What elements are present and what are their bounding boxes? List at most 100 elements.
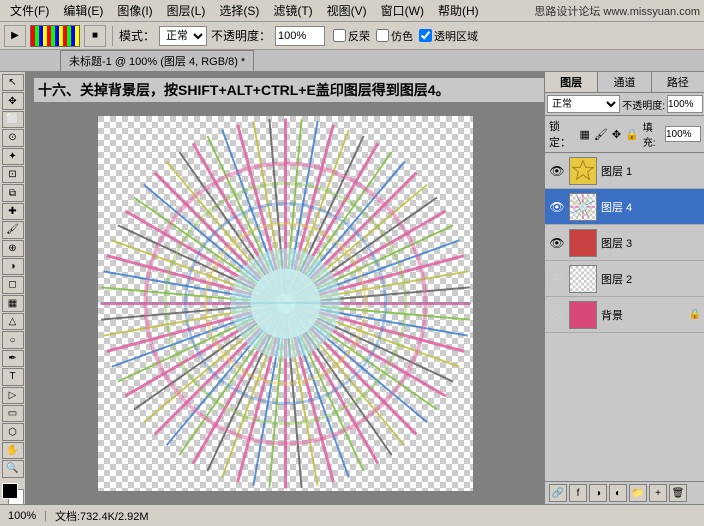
toolbar-btn-3[interactable]: ■	[84, 25, 106, 47]
lock-all-btn[interactable]: 🔒	[625, 128, 639, 141]
menu-edit[interactable]: 编辑(E)	[57, 0, 109, 21]
checkbox-fangse-input[interactable]	[376, 29, 389, 42]
layer-2-visibility[interactable]: 👁	[549, 271, 565, 287]
menu-select[interactable]: 选择(S)	[213, 0, 265, 21]
toolbar-btn-1[interactable]: ▶	[4, 25, 26, 47]
fill-input[interactable]	[665, 126, 701, 142]
menu-view[interactable]: 视图(V)	[321, 0, 373, 21]
layer-new-btn[interactable]: +	[649, 484, 667, 502]
checkbox-fanrong[interactable]: 反荣	[333, 28, 370, 44]
layer-item-bg[interactable]: 👁 背景 🔒	[545, 297, 704, 333]
tool-clone[interactable]: ⊕	[2, 240, 24, 257]
zoom-level: 100%	[8, 510, 36, 522]
sunburst-graphic	[98, 116, 473, 491]
site-logo: 思路设计论坛 www.missyuan.com	[534, 3, 700, 19]
tool-magic-wand[interactable]: ✦	[2, 148, 24, 165]
menu-window[interactable]: 窗口(W)	[375, 0, 430, 21]
tab-bar: 未标题-1 @ 100% (图层 4, RGB/8) *	[0, 50, 704, 72]
bg-lock-icon: 🔒	[689, 309, 701, 320]
tool-shape[interactable]: ▭	[2, 405, 24, 422]
layer-item-1[interactable]: 👁 图层 1	[545, 153, 704, 189]
tool-history[interactable]: ◑	[2, 258, 24, 275]
menu-help[interactable]: 帮助(H)	[432, 0, 485, 21]
status-bar: 100% | 文档:732.4K/2.92M	[0, 504, 704, 526]
color-swatches	[2, 483, 24, 505]
lock-position-btn[interactable]: ✥	[612, 128, 621, 141]
tool-brush[interactable]: 🖌	[2, 221, 24, 238]
layer-adjustment-btn[interactable]: ◐	[609, 484, 627, 502]
layer-4-name: 图层 4	[601, 199, 701, 215]
menu-filter[interactable]: 滤镜(T)	[267, 0, 318, 21]
opacity-label: 不透明度：	[211, 27, 271, 44]
menu-file[interactable]: 文件(F)	[4, 0, 55, 21]
tool-blur[interactable]: △	[2, 313, 24, 330]
tool-arrow[interactable]: ↖	[2, 74, 24, 91]
lock-transparent-btn[interactable]: ▦	[579, 128, 589, 141]
layer-3-thumb	[569, 229, 597, 257]
layer-item-2[interactable]: 👁 图层 2	[545, 261, 704, 297]
layers-tabs: 图层 通道 路径	[545, 72, 704, 93]
bg-name: 背景	[601, 307, 685, 323]
tab-channels[interactable]: 通道	[598, 72, 651, 92]
layer-item-3[interactable]: 👁 图层 3	[545, 225, 704, 261]
tool-heal[interactable]: ✚	[2, 203, 24, 220]
tool-move[interactable]: ✥	[2, 92, 24, 109]
menu-layer[interactable]: 图层(L)	[161, 0, 212, 21]
lock-pixels-btn[interactable]: 🖌	[594, 128, 608, 141]
tool-slice[interactable]: ⧉	[2, 184, 24, 201]
layer-4-visibility[interactable]: 👁	[549, 199, 565, 215]
toolbar: ▶ ■ 模式： 正常 不透明度： 反荣 仿色 透明区域	[0, 22, 704, 50]
tab-layers[interactable]: 图层	[545, 72, 598, 92]
lock-label: 锁定：	[549, 118, 575, 150]
tab-paths[interactable]: 路径	[652, 72, 704, 92]
layer-mask-btn[interactable]: ◑	[589, 484, 607, 502]
layer-4-thumb	[569, 193, 597, 221]
tool-lasso[interactable]: ⊙	[2, 129, 24, 146]
bg-visibility[interactable]: 👁	[549, 307, 565, 323]
tool-crop[interactable]: ⊡	[2, 166, 24, 183]
checkbox-transparent[interactable]: 透明区域	[419, 28, 478, 44]
tool-dodge[interactable]: ○	[2, 331, 24, 348]
tool-pen[interactable]: ✒	[2, 350, 24, 367]
separator-1	[112, 26, 113, 46]
blend-mode-select[interactable]: 正常	[547, 95, 620, 113]
tool-eraser[interactable]: ◻	[2, 276, 24, 293]
status-separator: |	[44, 510, 47, 522]
layer-2-name: 图层 2	[601, 271, 701, 287]
layer-1-visibility[interactable]: 👁	[549, 163, 565, 179]
layers-list: 👁 图层 1 👁	[545, 153, 704, 481]
toolbox: ↖ ✥ ⬜ ⊙ ✦ ⊡ ⧉ ✚ 🖌 ⊕ ◑ ◻ ▦ △ ○ ✒ T ▷ ▭ ⬡ …	[0, 72, 26, 504]
canvas-wrapper	[98, 116, 473, 491]
menu-image[interactable]: 图像(I)	[111, 0, 158, 21]
opacity-input[interactable]	[667, 95, 703, 113]
opacity-input[interactable]	[275, 26, 325, 46]
tool-marquee[interactable]: ⬜	[2, 111, 24, 128]
tool-zoom[interactable]: 🔍	[2, 460, 24, 477]
checkbox-transparent-input[interactable]	[419, 29, 432, 42]
checkbox-fangse[interactable]: 仿色	[376, 28, 413, 44]
main-area: ↖ ✥ ⬜ ⊙ ✦ ⊡ ⧉ ✚ 🖌 ⊕ ◑ ◻ ▦ △ ○ ✒ T ▷ ▭ ⬡ …	[0, 72, 704, 504]
layer-1-thumb	[569, 157, 597, 185]
tool-3d[interactable]: ⬡	[2, 423, 24, 440]
layer-3-visibility[interactable]: 👁	[549, 235, 565, 251]
layer-group-btn[interactable]: 📁	[629, 484, 647, 502]
tool-hand[interactable]: ✋	[2, 442, 24, 459]
canvas-image	[98, 116, 473, 491]
tool-text[interactable]: T	[2, 368, 24, 385]
layer-style-btn[interactable]: f	[569, 484, 587, 502]
toolbar-btn-2[interactable]	[30, 25, 80, 47]
tool-gradient[interactable]: ▦	[2, 295, 24, 312]
bg-thumb	[569, 301, 597, 329]
tool-path-select[interactable]: ▷	[2, 387, 24, 404]
layer-2-thumb	[569, 265, 597, 293]
layer-link-btn[interactable]: 🔗	[549, 484, 567, 502]
layers-lock-row: 锁定： ▦ 🖌 ✥ 🔒 填充:	[545, 116, 704, 153]
canvas-tab[interactable]: 未标题-1 @ 100% (图层 4, RGB/8) *	[60, 50, 254, 71]
checkbox-fanrong-input[interactable]	[333, 29, 346, 42]
layers-panel: 图层 通道 路径 正常 不透明度: 锁定： ▦ 🖌 ✥ 🔒 填充:	[545, 72, 704, 504]
layer-delete-btn[interactable]: 🗑	[669, 484, 687, 502]
mode-select[interactable]: 正常	[159, 26, 207, 46]
layer-item-4[interactable]: 👁	[545, 189, 704, 225]
instruction-text: 十六、关掉背景层，按SHIFT+ALT+CTRL+E盖印图层得到图层4。	[34, 78, 544, 102]
foreground-color-swatch[interactable]	[2, 483, 18, 499]
